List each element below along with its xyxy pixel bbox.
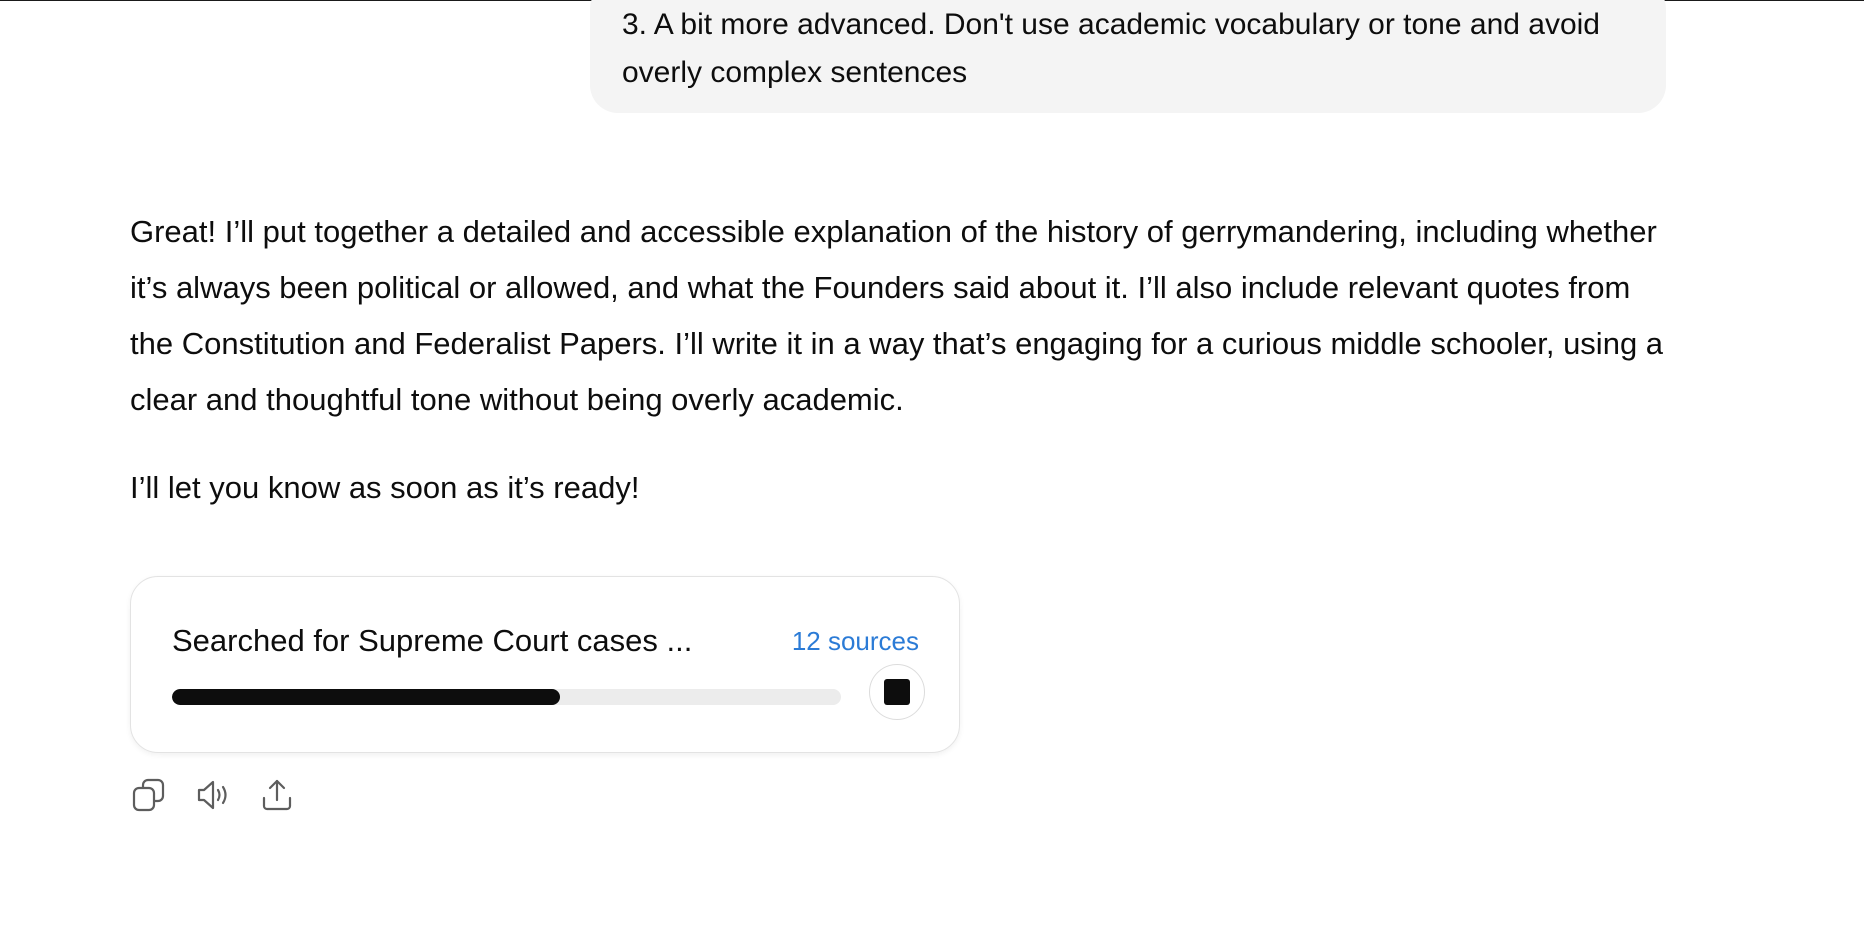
copy-icon — [132, 778, 165, 812]
stop-research-button[interactable] — [869, 664, 925, 720]
research-progress-fill — [172, 689, 561, 705]
read-aloud-icon — [197, 780, 227, 810]
sources-link[interactable]: 12 sources — [792, 623, 919, 659]
user-message-bubble: 3. A bit more advanced. Don't use academ… — [590, 0, 1666, 113]
chat-page: 3. A bit more advanced. Don't use academ… — [0, 0, 1864, 925]
share-button[interactable] — [258, 776, 296, 814]
assistant-paragraph: I’ll let you know as soon as it’s ready! — [130, 470, 640, 505]
stop-icon — [884, 679, 910, 705]
assistant-message: Great! I’ll put together a detailed and … — [130, 204, 1670, 516]
research-status-text: Searched for Supreme Court cases ... — [172, 623, 693, 658]
copy-button[interactable] — [130, 776, 168, 814]
read-aloud-button[interactable] — [194, 776, 232, 814]
message-actions — [130, 776, 296, 814]
research-progress-bar — [172, 689, 841, 705]
user-message-text: 3. A bit more advanced. Don't use academ… — [622, 8, 1600, 89]
assistant-paragraph: Great! I’ll put together a detailed and … — [130, 214, 1664, 417]
deep-research-card[interactable]: Searched for Supreme Court cases ... 12 … — [130, 576, 960, 753]
share-icon — [262, 779, 292, 811]
